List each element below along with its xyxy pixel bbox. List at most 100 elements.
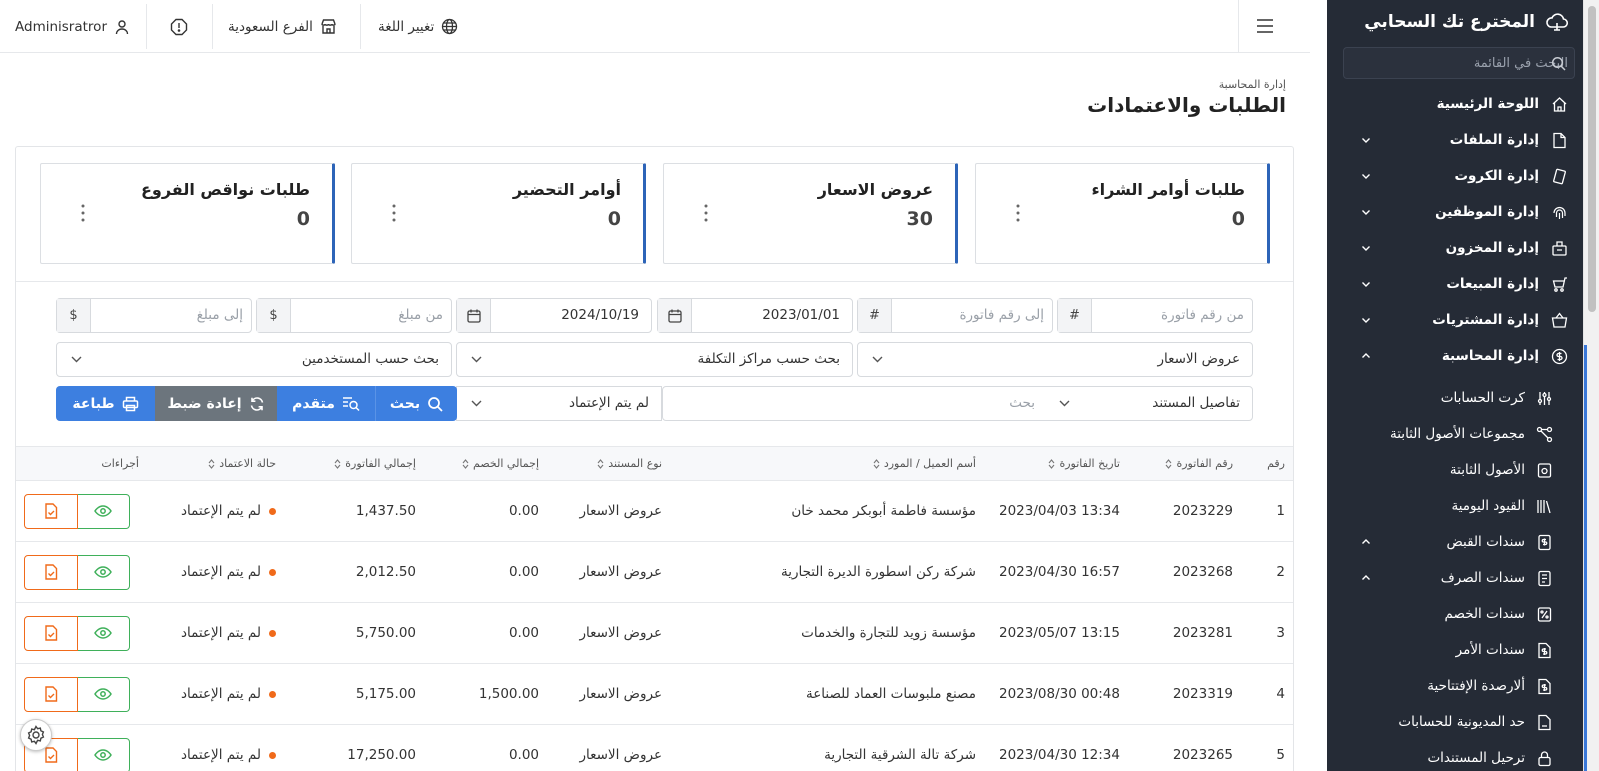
- sidebar-subitem-credit-limit[interactable]: حد المديونية للحسابات: [1327, 704, 1583, 740]
- page-scrollbar[interactable]: [1583, 0, 1599, 771]
- sidebar-subitem-post-documents[interactable]: ترحيل المستندات: [1327, 740, 1583, 771]
- header-status[interactable]: حالة الاعتماد: [147, 446, 284, 481]
- header-invoice[interactable]: رقم الفاتورة: [1128, 446, 1241, 481]
- brand[interactable]: المخترع تك السحابي: [1364, 9, 1569, 35]
- kebab-menu-icon[interactable]: [77, 202, 89, 224]
- table-row[interactable]: لم يتم الإعتماد 1,437.50 0.00 عروض الاسع…: [16, 480, 1293, 542]
- from-amount-field[interactable]: $: [256, 298, 452, 333]
- view-button[interactable]: [76, 676, 130, 712]
- sidebar-item-cards[interactable]: إدارة الكروت: [1327, 158, 1583, 194]
- sidebar-item-files[interactable]: إدارة الملفات: [1327, 122, 1583, 158]
- calendar-addon[interactable]: [457, 299, 491, 332]
- from-date-field[interactable]: 2023/01/01: [657, 298, 853, 333]
- sidebar-item-inventory[interactable]: إدارة المخزون: [1327, 230, 1583, 266]
- search-button[interactable]: بحث: [376, 386, 457, 421]
- sidebar-search[interactable]: [1343, 47, 1575, 79]
- view-button[interactable]: [76, 554, 130, 590]
- calendar-addon[interactable]: [658, 299, 692, 332]
- user-menu[interactable]: Adminisratror: [15, 0, 130, 53]
- alerts-button[interactable]: [170, 0, 188, 53]
- from-date-value[interactable]: 2023/01/01: [762, 299, 840, 332]
- kebab-menu-icon[interactable]: [700, 202, 712, 224]
- currency-addon: $: [257, 299, 291, 332]
- chevron-down-icon: [1362, 210, 1370, 215]
- header-total[interactable]: إجمالي الفاتورة: [284, 446, 424, 481]
- approve-document-button[interactable]: [24, 615, 78, 651]
- to-invoice-input[interactable]: [894, 299, 1044, 332]
- from-invoice-input[interactable]: [1094, 299, 1244, 332]
- approve-document-button[interactable]: [24, 493, 78, 529]
- user-name: Adminisratror: [15, 18, 107, 35]
- sidebar-subitem-discount-vouchers[interactable]: سندات الخصم: [1327, 596, 1583, 632]
- view-button[interactable]: [76, 615, 130, 651]
- customer-cell: شركة ركن اسطورة الديرة التجارية: [670, 541, 984, 603]
- stat-card-quotations[interactable]: عروض الاسعار 30: [663, 163, 958, 264]
- sidebar-subitem-fixed-asset-groups[interactable]: مجموعات الأصول الثابتة: [1327, 416, 1583, 452]
- document-search-input[interactable]: [673, 387, 1035, 420]
- stat-card-purchase-orders[interactable]: طلبات أوامر الشراء 0: [975, 163, 1270, 264]
- customer-cell: مصنع ملبوسات العماد للصناعة: [670, 663, 984, 725]
- stat-card-branch-shortages[interactable]: طلبات نواقص الفروع 0: [40, 163, 335, 264]
- sidebar-subitem-account-cards[interactable]: كرت الحسابات: [1327, 380, 1583, 416]
- lock-icon: [1538, 751, 1551, 767]
- num-cell: 5: [1241, 724, 1293, 771]
- header-discount[interactable]: إجمالي الخصم: [424, 446, 547, 481]
- kebab-menu-icon[interactable]: [388, 202, 400, 224]
- status-cell: لم يتم الإعتماد: [147, 724, 284, 771]
- breadcrumb[interactable]: إدارة المحاسبة: [1219, 78, 1286, 91]
- table-row[interactable]: لم يتم الإعتماد 5,750.00 0.00 عروض الاسع…: [16, 602, 1293, 664]
- view-button[interactable]: [76, 493, 130, 529]
- to-date-value[interactable]: 2024/10/19: [561, 299, 639, 332]
- sidebar-item-sales[interactable]: إدارة المبيعات: [1327, 266, 1583, 302]
- calendar-icon: [667, 309, 682, 323]
- users-select[interactable]: بحث حسب المستخدمين: [56, 342, 452, 377]
- document-type-select[interactable]: عروض الاسعار: [857, 342, 1253, 377]
- printer-icon: [122, 396, 138, 411]
- sidebar-item-employees[interactable]: إدارة الموظفين: [1327, 194, 1583, 230]
- table-row[interactable]: لم يتم الإعتماد 17,250.00 0.00 عروض الاس…: [16, 724, 1293, 771]
- stat-card-preparation-orders[interactable]: أوامر التحضير 0: [351, 163, 646, 264]
- sidebar-subitem-receipt-vouchers[interactable]: سندات القبض: [1327, 524, 1583, 560]
- approve-document-button[interactable]: [24, 676, 78, 712]
- to-amount-input[interactable]: [93, 299, 243, 332]
- sidebar-subitem-journal-entries[interactable]: القيود اليومية: [1327, 488, 1583, 524]
- sidebar-item-dashboard[interactable]: اللوحة الرئيسية: [1327, 86, 1583, 122]
- to-invoice-field[interactable]: #: [857, 298, 1053, 333]
- view-button[interactable]: [76, 737, 130, 771]
- to-amount-field[interactable]: $: [56, 298, 252, 333]
- sidebar-subitem-fixed-assets[interactable]: الأصول الثابتة: [1327, 452, 1583, 488]
- table-row[interactable]: لم يتم الإعتماد 2,012.50 0.00 عروض الاسع…: [16, 541, 1293, 603]
- page-title: الطلبات والاعتمادات: [1087, 93, 1286, 117]
- branch-selector[interactable]: الفرع السعودية: [228, 0, 337, 53]
- sidebar-subitem-payment-vouchers[interactable]: سندات الصرف: [1327, 560, 1583, 596]
- from-amount-input[interactable]: [293, 299, 443, 332]
- header-date[interactable]: تاريخ الفاتورة: [984, 446, 1128, 481]
- to-date-field[interactable]: 2024/10/19: [456, 298, 652, 333]
- sidebar-subitem-promissory-notes[interactable]: سندات الأمر: [1327, 632, 1583, 668]
- menu-toggle-button[interactable]: [1238, 0, 1290, 53]
- print-button[interactable]: طباعة: [56, 386, 155, 421]
- globe-icon: [442, 18, 458, 35]
- sidebar-search-input[interactable]: [1372, 48, 1568, 78]
- header-customer[interactable]: أسم العميل / المورد: [670, 446, 984, 481]
- document-details-select[interactable]: تفاصيل المستند: [1152, 387, 1240, 420]
- order-icon: [1538, 642, 1551, 659]
- chevron-up-icon: [1362, 353, 1370, 358]
- scrollbar-thumb[interactable]: [1588, 6, 1596, 312]
- advanced-search-button[interactable]: متقدم: [277, 386, 376, 421]
- approve-document-button[interactable]: [24, 554, 78, 590]
- settings-floating-button[interactable]: [20, 719, 52, 751]
- language-switch[interactable]: تغيير اللغة: [378, 0, 458, 53]
- sidebar-subitem-opening-balances[interactable]: ألارصدة الإفتتاحية: [1327, 668, 1583, 704]
- from-invoice-field[interactable]: #: [1057, 298, 1253, 333]
- approval-status-select[interactable]: لم يتم الإعتماد: [456, 386, 662, 421]
- cost-center-select[interactable]: بحث حسب مراكز التكلفة: [456, 342, 853, 377]
- reset-button[interactable]: إعادة ضبط: [155, 386, 277, 421]
- table-row[interactable]: لم يتم الإعتماد 5,175.00 1,500.00 عروض ا…: [16, 663, 1293, 725]
- status-cell: لم يتم الإعتماد: [147, 663, 284, 725]
- kebab-menu-icon[interactable]: [1012, 202, 1024, 224]
- date-cell: 2023/04/30 12:34: [984, 724, 1128, 771]
- sidebar-item-accounting[interactable]: إدارة المحاسبة: [1327, 338, 1583, 374]
- sidebar-item-purchases[interactable]: إدارة المشتريات: [1327, 302, 1583, 338]
- header-doc-type[interactable]: نوع المستند: [547, 446, 670, 481]
